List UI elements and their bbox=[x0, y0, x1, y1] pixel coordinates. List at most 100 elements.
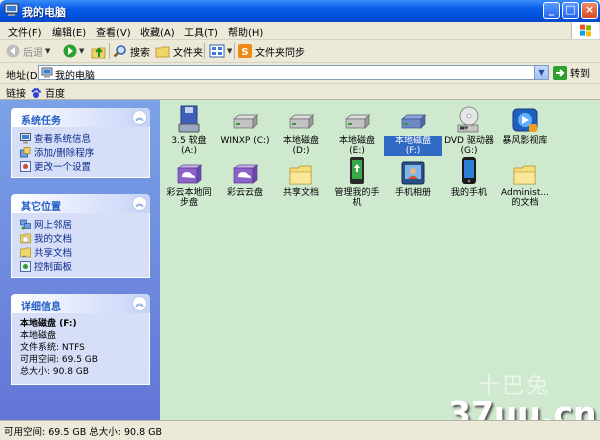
drive-d[interactable]: 本地磁盘 (D:) bbox=[272, 102, 330, 156]
baofeng-library[interactable]: 暴风影视库 bbox=[496, 102, 554, 146]
other-places-header[interactable]: 其它位置 ︽ bbox=[11, 194, 150, 213]
collapse-chevron-icon[interactable]: ︽ bbox=[132, 110, 147, 125]
system-tasks-panel: 系统任务 ︽ 查看系统信息 添加/删除程序 更改一个设置 bbox=[11, 108, 150, 178]
folders-button[interactable]: 文件夹 bbox=[155, 43, 203, 59]
go-label: 转到 bbox=[570, 69, 590, 80]
place-my-documents[interactable]: 我的文档 bbox=[20, 231, 143, 245]
details-title: 详细信息 bbox=[21, 302, 61, 313]
folder-sync-label: 文件夹同步 bbox=[255, 47, 305, 59]
place-label: 共享文档 bbox=[34, 248, 73, 259]
control-panel-icon bbox=[20, 160, 31, 172]
windows-flag-icon bbox=[580, 24, 591, 37]
system-tasks-header[interactable]: 系统任务 ︽ bbox=[11, 108, 150, 127]
baidu-paw-icon bbox=[31, 87, 41, 98]
forward-button[interactable]: ▼ bbox=[63, 43, 84, 59]
views-button[interactable]: ▼ bbox=[209, 43, 232, 59]
back-label: 后退 bbox=[23, 47, 43, 59]
menu-file[interactable]: 文件(F) bbox=[8, 24, 42, 39]
folder-sync-button[interactable]: S 文件夹同步 bbox=[238, 43, 305, 59]
drive-floppy-a[interactable]: 3.5 软盘 (A:) bbox=[160, 102, 218, 156]
place-network[interactable]: 网上邻居 bbox=[20, 217, 143, 231]
folder-icon bbox=[513, 165, 536, 185]
address-dropdown-button[interactable]: ▼ bbox=[534, 66, 548, 79]
details-header[interactable]: 详细信息 ︽ bbox=[11, 294, 150, 313]
drive-c[interactable]: WINXP (C:) bbox=[216, 102, 274, 146]
close-button[interactable]: × bbox=[581, 2, 598, 19]
title-bar[interactable]: 我的电脑 _ □ × bbox=[0, 0, 600, 22]
place-shared-documents[interactable]: 共享文档 bbox=[20, 245, 143, 259]
network-icon bbox=[20, 219, 31, 229]
menu-edit[interactable]: 编辑(E) bbox=[52, 24, 86, 39]
drive-dvd-g[interactable]: DVD DVD 驱动器 (G:) bbox=[440, 102, 498, 156]
phone-album-icon bbox=[401, 161, 425, 185]
toolbar: 后退 ▼ ▼ 搜索 文件夹 ▼ S 文件夹同步 bbox=[0, 40, 600, 63]
svg-text:S: S bbox=[241, 47, 248, 58]
item-label: 彩云云盘 bbox=[226, 188, 263, 198]
phone-icon bbox=[462, 157, 476, 184]
search-button[interactable]: 搜索 bbox=[113, 43, 150, 59]
explorer-window: 我的电脑 _ □ × 文件(F) 编辑(E) 查看(V) 收藏(A) 工具(T)… bbox=[0, 0, 600, 440]
folders-label: 文件夹 bbox=[173, 47, 203, 59]
task-add-remove-programs[interactable]: 添加/删除程序 bbox=[20, 145, 143, 159]
manage-my-phone[interactable]: 管理我的手 机 bbox=[328, 154, 386, 208]
item-label: DVD 驱动器 (G:) bbox=[444, 136, 494, 156]
item-label: 手机相册 bbox=[394, 188, 431, 198]
windows-logo bbox=[571, 22, 599, 39]
detail-free-space: 可用空间: 69.5 GB bbox=[20, 355, 98, 365]
place-control-panel[interactable]: 控制面板 bbox=[20, 259, 143, 273]
harddrive-icon bbox=[401, 114, 426, 129]
address-value: 我的电脑 bbox=[55, 71, 95, 82]
menu-favorites[interactable]: 收藏(A) bbox=[140, 24, 175, 39]
harddrive-icon bbox=[233, 114, 258, 129]
control-panel-icon bbox=[20, 260, 31, 272]
maximize-button[interactable]: □ bbox=[562, 2, 579, 19]
collapse-chevron-icon[interactable]: ︽ bbox=[132, 296, 147, 311]
phone-album[interactable]: 手机相册 bbox=[384, 154, 442, 198]
minimize-button[interactable]: _ bbox=[543, 2, 560, 19]
drive-e[interactable]: 本地磁盘 (E:) bbox=[328, 102, 386, 156]
item-label: Administ... 的文档 bbox=[501, 188, 549, 208]
detail-file-system: 文件系统: NTFS bbox=[20, 343, 85, 353]
up-folder-button[interactable] bbox=[91, 43, 107, 59]
shared-documents-folder[interactable]: 共享文档 bbox=[272, 154, 330, 198]
caiyun-cloud-disk[interactable]: 彩云云盘 bbox=[216, 154, 274, 198]
item-label: 暴风影视库 bbox=[502, 136, 548, 146]
phone-manager-icon bbox=[350, 157, 364, 184]
task-label: 更改一个设置 bbox=[34, 162, 92, 173]
my-phone[interactable]: 我的手机 bbox=[440, 154, 498, 198]
drive-f-selected[interactable]: 本地磁盘 (F:) bbox=[384, 102, 442, 156]
back-arrow-icon bbox=[6, 44, 20, 58]
search-label: 搜索 bbox=[130, 47, 150, 59]
menu-help[interactable]: 帮助(H) bbox=[228, 24, 263, 39]
link-baidu-label: 百度 bbox=[45, 89, 65, 100]
file-view: 3.5 软盘 (A:) WINXP (C:) 本地磁盘 (D:) 本地磁盘 (E… bbox=[160, 100, 600, 433]
go-button[interactable]: 转到 bbox=[553, 65, 590, 80]
other-places-panel: 其它位置 ︽ 网上邻居 我的文档 共享文档 控制面板 bbox=[11, 194, 150, 278]
views-icon bbox=[209, 44, 225, 58]
details-panel: 详细信息 ︽ 本地磁盘 (F:) 本地磁盘 文件系统: NTFS 可用空间: 6… bbox=[11, 294, 150, 385]
task-view-system-info[interactable]: 查看系统信息 bbox=[20, 131, 143, 145]
folders-icon bbox=[155, 46, 170, 57]
task-label: 查看系统信息 bbox=[34, 134, 92, 145]
item-label: 本地磁盘 (E:) bbox=[338, 136, 375, 156]
harddrive-icon bbox=[289, 114, 314, 129]
back-button[interactable]: 后退 ▼ bbox=[6, 43, 50, 59]
cloud-disk-icon bbox=[232, 164, 259, 184]
task-change-setting[interactable]: 更改一个设置 bbox=[20, 159, 143, 173]
admin-documents-folder[interactable]: Administ... 的文档 bbox=[496, 154, 554, 208]
collapse-chevron-icon[interactable]: ︽ bbox=[132, 196, 147, 211]
item-label: 本地磁盘 (F:) bbox=[384, 136, 442, 156]
add-remove-icon bbox=[20, 146, 31, 157]
caiyun-local-sync[interactable]: 彩云本地同 步盘 bbox=[160, 154, 218, 208]
link-baidu[interactable]: 百度 bbox=[30, 85, 65, 100]
detail-drive-name: 本地磁盘 (F:) bbox=[20, 319, 77, 329]
place-label: 网上邻居 bbox=[34, 220, 73, 231]
status-bar: 可用空间: 69.5 GB 总大小: 90.8 GB bbox=[0, 420, 600, 440]
menu-view[interactable]: 查看(V) bbox=[96, 24, 131, 39]
address-label: 地址(D) bbox=[6, 71, 42, 82]
menu-tools[interactable]: 工具(T) bbox=[184, 24, 218, 39]
address-input[interactable]: 我的电脑 ▼ bbox=[38, 65, 549, 82]
cloud-sync-icon bbox=[176, 164, 203, 184]
links-bar: 链接 百度 bbox=[0, 84, 600, 100]
system-info-icon bbox=[20, 132, 31, 143]
